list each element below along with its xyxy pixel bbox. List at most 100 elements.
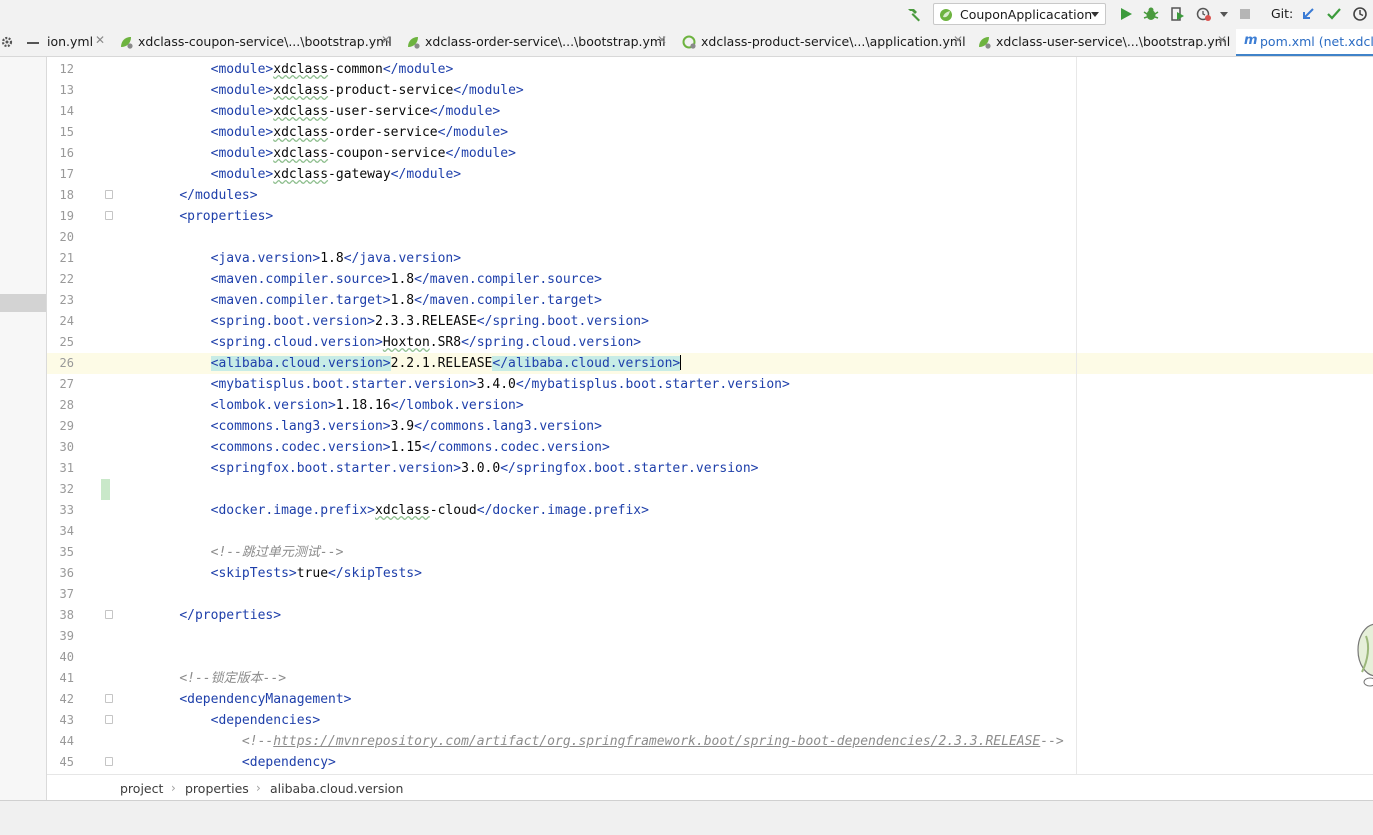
build-hammer-icon[interactable] <box>904 5 924 25</box>
code-line[interactable]: 42 <dependencyManagement> <box>47 689 1373 710</box>
code-line[interactable]: 22 <maven.compiler.source>1.8</maven.com… <box>47 269 1373 290</box>
line-number: 12 <box>59 62 74 76</box>
code-line[interactable]: 35 <!--跳过单元测试--> <box>47 542 1373 563</box>
tab-label: xdclass-order-service\...\bootstrap.yml <box>425 34 666 49</box>
code-line[interactable]: 40 <box>47 647 1373 668</box>
tab-user-bootstrap-yml[interactable]: xdclass-user-service\...\bootstrap.yml ✕ <box>975 29 1236 56</box>
code-line[interactable]: 37 <box>47 584 1373 605</box>
code-token: </module> <box>382 62 454 77</box>
code-line[interactable]: 44 <!--https://mvnrepository.com/artifac… <box>47 731 1373 752</box>
vcs-change-marker[interactable] <box>101 479 110 500</box>
profile-icon[interactable] <box>1196 6 1212 22</box>
code-token: <module> <box>210 167 274 182</box>
run-icon[interactable] <box>1118 6 1134 22</box>
close-icon[interactable]: ✕ <box>657 33 667 47</box>
code-line[interactable]: 45 <dependency> <box>47 752 1373 773</box>
code-line[interactable]: 16 <module>xdclass-coupon-service</modul… <box>47 143 1373 164</box>
code-text: <skipTests>true</skipTests> <box>148 563 422 584</box>
code-line[interactable]: 20 <box>47 227 1373 248</box>
close-icon[interactable]: ✕ <box>381 33 391 47</box>
code-line[interactable]: 33 <docker.image.prefix>xdclass-cloud</d… <box>47 500 1373 521</box>
code-line[interactable]: 28 <lombok.version>1.18.16</lombok.versi… <box>47 395 1373 416</box>
code-line[interactable]: 43 <dependencies> <box>47 710 1373 731</box>
debug-bug-icon[interactable] <box>1143 6 1159 22</box>
code-line[interactable]: 41 <!--锁定版本--> <box>47 668 1373 689</box>
code-token: <spring.boot.version> <box>210 314 375 329</box>
spring-leaf-icon <box>408 37 420 49</box>
line-number: 19 <box>59 209 74 223</box>
code-line[interactable]: 24 <spring.boot.version>2.3.3.RELEASE</s… <box>47 311 1373 332</box>
code-token: <dependencies> <box>210 713 321 728</box>
scroll-marker <box>0 294 46 312</box>
code-line[interactable]: 18 </modules> <box>47 185 1373 206</box>
tab-label: xdclass-user-service\...\bootstrap.yml <box>996 34 1231 49</box>
tab-order-bootstrap-yml[interactable]: xdclass-order-service\...\bootstrap.yml … <box>404 29 680 56</box>
tab-coupon-bootstrap-yml[interactable]: xdclass-coupon-service\...\bootstrap.yml… <box>117 29 404 56</box>
line-number: 28 <box>59 398 74 412</box>
code-editor[interactable]: 12 <module>xdclass-common</module> 13 <mo… <box>47 57 1373 774</box>
code-token: 1.8 <box>320 251 344 266</box>
code-token: </spring.cloud.version> <box>461 335 642 350</box>
run-configuration-select[interactable]: CouponApplicacation <box>933 3 1106 25</box>
code-line[interactable]: 31 <springfox.boot.starter.version>3.0.0… <box>47 458 1373 479</box>
chevron-down-icon <box>1091 12 1099 17</box>
code-line[interactable]: 25 <spring.cloud.version>Hoxton.SR8</spr… <box>47 332 1373 353</box>
code-text: <docker.image.prefix>xdclass-cloud</dock… <box>148 500 649 521</box>
code-line[interactable]: 27 <mybatisplus.boot.starter.version>3.4… <box>47 374 1373 395</box>
code-text: <commons.codec.version>1.15</commons.cod… <box>148 437 610 458</box>
left-tool-strip <box>0 57 47 800</box>
code-line[interactable]: 17 <module>xdclass-gateway</module> <box>47 164 1373 185</box>
git-history-clock-icon[interactable] <box>1352 6 1368 22</box>
code-line[interactable]: 30 <commons.codec.version>1.15</commons.… <box>47 437 1373 458</box>
tab-label: ion.yml <box>47 34 94 49</box>
breadcrumb-item-properties[interactable]: properties <box>185 781 249 796</box>
close-icon[interactable]: ✕ <box>1217 33 1227 47</box>
breadcrumb-item-project[interactable]: project <box>120 781 163 796</box>
code-token: 1.8 <box>390 272 415 287</box>
code-line[interactable]: 34 <box>47 521 1373 542</box>
line-number: 41 <box>59 671 74 685</box>
stop-icon[interactable] <box>1237 6 1253 22</box>
code-line[interactable]: 38 </properties> <box>47 605 1373 626</box>
code-line[interactable]: 13 <module>xdclass-product-service</modu… <box>47 80 1373 101</box>
line-number: 14 <box>59 104 74 118</box>
code-line[interactable]: 12 <module>xdclass-common</module> <box>47 59 1373 80</box>
fold-toggle-icon[interactable] <box>105 610 113 619</box>
fold-toggle-icon[interactable] <box>105 694 113 703</box>
code-line[interactable]: 19 <properties> <box>47 206 1373 227</box>
fold-toggle-icon[interactable] <box>105 190 113 199</box>
code-line[interactable]: 39 <box>47 626 1373 647</box>
maven-icon: m <box>1244 33 1258 48</box>
git-update-icon[interactable] <box>1300 6 1316 22</box>
breadcrumb-item-alibaba-cloud-version[interactable]: alibaba.cloud.version <box>270 781 403 796</box>
line-number: 45 <box>59 755 74 769</box>
code-line[interactable]: 15 <module>xdclass-order-service</module… <box>47 122 1373 143</box>
tab-product-application-yml[interactable]: xdclass-product-service\...\application.… <box>680 29 975 56</box>
tab-pom-xml[interactable]: m pom.xml (net.xdcla <box>1236 29 1373 56</box>
fold-toggle-icon[interactable] <box>105 211 113 220</box>
code-token: </module> <box>445 146 516 161</box>
code-token: true <box>296 566 329 581</box>
code-text: <module>xdclass-order-service</module> <box>148 122 508 143</box>
code-line[interactable]: 21 <java.version>1.8</java.version> <box>47 248 1373 269</box>
code-line[interactable]: 36 <skipTests>true</skipTests> <box>47 563 1373 584</box>
fold-toggle-icon[interactable] <box>105 757 113 766</box>
code-token: -cloud <box>429 503 477 518</box>
close-icon[interactable]: ✕ <box>953 33 963 47</box>
code-line[interactable]: 23 <maven.compiler.target>1.8</maven.com… <box>47 290 1373 311</box>
code-line[interactable]: 14 <module>xdclass-user-service</module> <box>47 101 1373 122</box>
chevron-down-icon[interactable] <box>1216 6 1232 22</box>
code-text: <alibaba.cloud.version>2.2.1.RELEASE</al… <box>148 353 682 374</box>
coverage-icon[interactable] <box>1169 6 1185 22</box>
hide-panel-icon[interactable] <box>27 42 39 44</box>
git-commit-check-icon[interactable] <box>1326 6 1342 22</box>
code-line[interactable]: 32 <box>47 479 1373 500</box>
code-line[interactable]: 29 <commons.lang3.version>3.9</commons.l… <box>47 416 1373 437</box>
tab-application-yml[interactable]: ion.yml ✕ <box>47 29 117 56</box>
breadcrumb-separator-icon: › <box>171 781 176 795</box>
fold-toggle-icon[interactable] <box>105 715 113 724</box>
close-icon[interactable]: ✕ <box>95 33 105 47</box>
code-line[interactable]: 26 <alibaba.cloud.version>2.2.1.RELEASE<… <box>47 353 1373 374</box>
gear-icon[interactable] <box>1 36 13 48</box>
comment-link[interactable]: https://mvnrepository.com/artifact/org.s… <box>273 734 1040 749</box>
